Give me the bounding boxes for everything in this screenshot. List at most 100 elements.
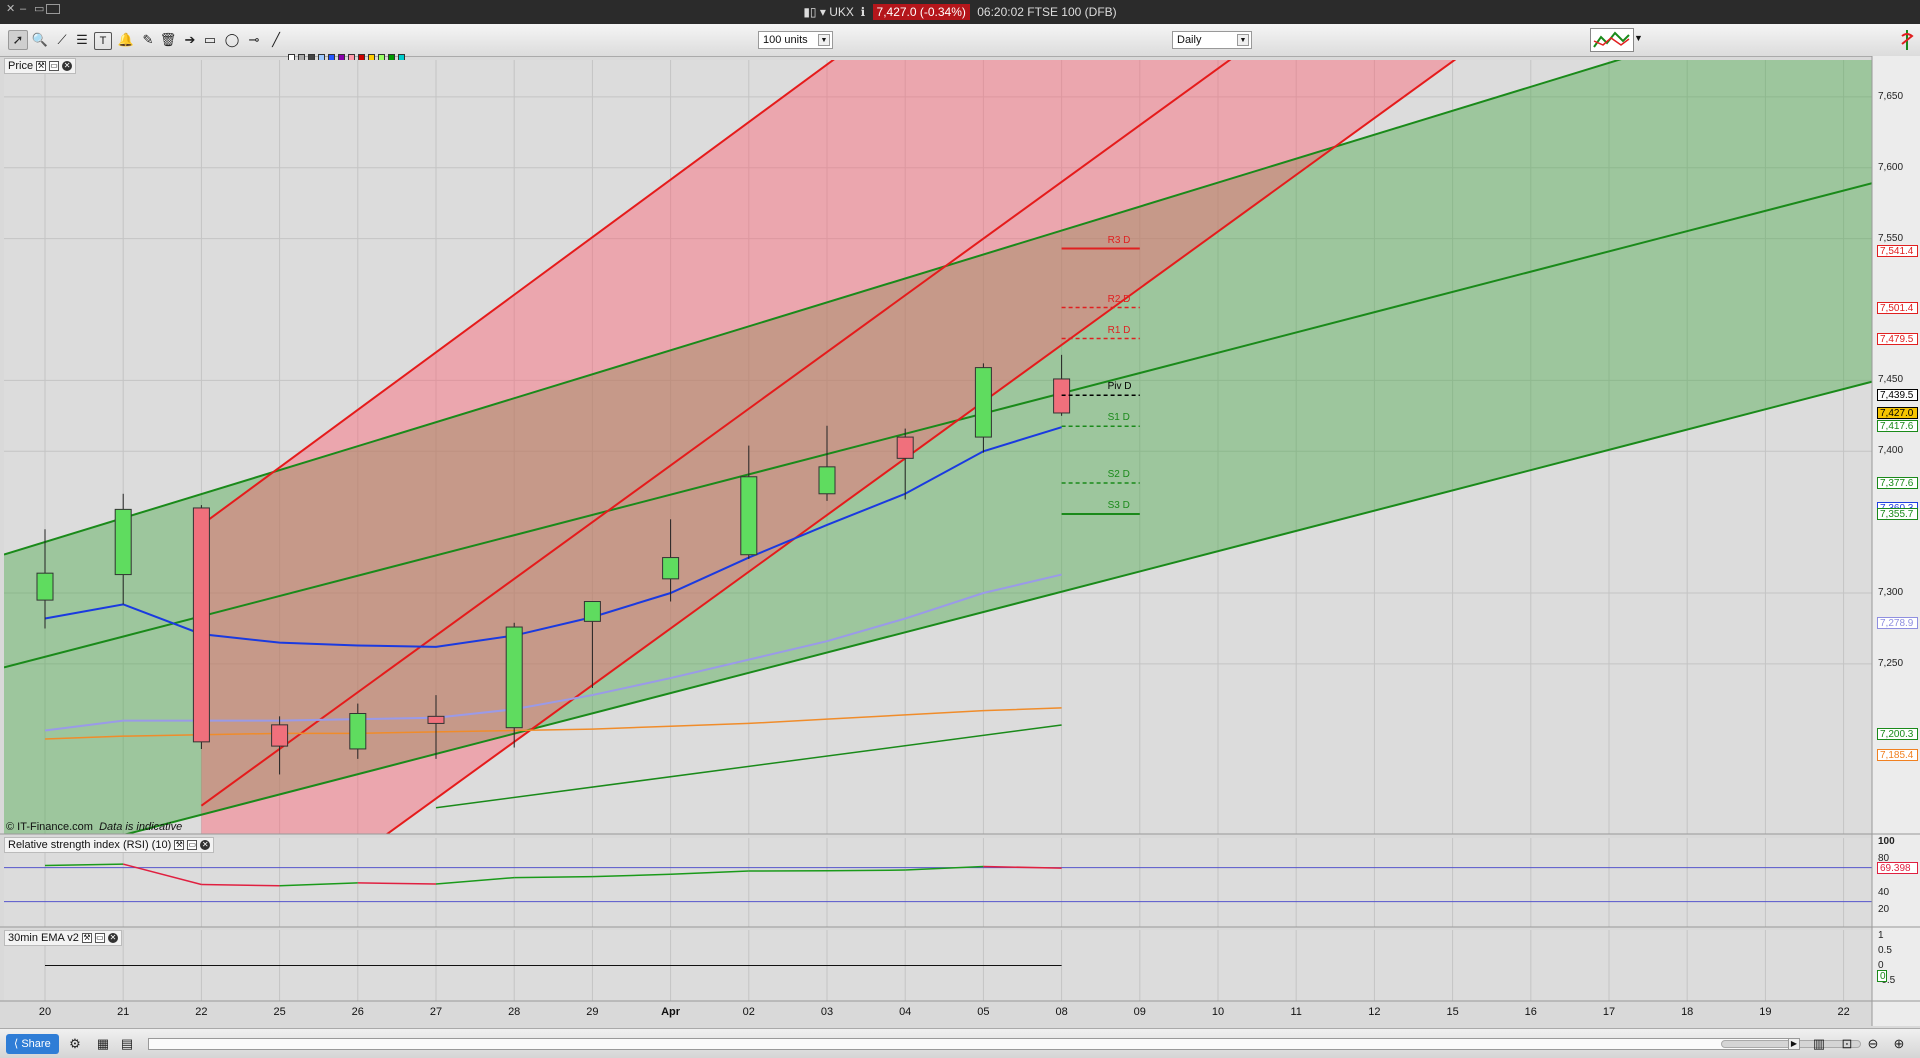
date-tick-label: 12 xyxy=(1368,1006,1380,1018)
table-icon[interactable]: ▤ xyxy=(118,1035,136,1053)
interval-select-value: Daily xyxy=(1177,34,1201,46)
ema-panel-header: 30min EMA v2 ⚒ ▭ ✕ xyxy=(4,930,122,946)
window-titlebar: ✕ – ▭ ▮▯ ▾ UKX ℹ 7,427.0 (-0.34%) 06:20:… xyxy=(0,0,1920,24)
date-tick-label: 15 xyxy=(1446,1006,1458,1018)
rsi-segment xyxy=(514,877,592,878)
price-value-label: 7,501.4 xyxy=(1877,302,1918,314)
price-tick-label: 7,250 xyxy=(1878,658,1903,669)
maximize-panel-icon[interactable]: ▭ xyxy=(49,61,59,71)
price-panel-header: Price ⚒ ▭ ✕ xyxy=(4,58,76,74)
chart-canvas[interactable] xyxy=(0,56,1920,1026)
close-panel-icon[interactable]: ✕ xyxy=(108,933,118,943)
price-tick-label: 7,450 xyxy=(1878,374,1903,385)
zoom-out-icon[interactable]: ⊖ xyxy=(1864,1035,1882,1053)
fibonacci-tool-icon[interactable]: ☰ xyxy=(72,30,92,50)
date-tick-label: 29 xyxy=(586,1006,598,1018)
rsi-tick-label: 40 xyxy=(1878,887,1889,898)
candle-up xyxy=(115,509,131,574)
date-tick-label: 18 xyxy=(1681,1006,1693,1018)
chart-type-icon xyxy=(1591,29,1633,51)
maximize-panel-icon[interactable]: ▭ xyxy=(187,840,197,850)
ema-tick-label: 1 xyxy=(1878,930,1884,941)
scroll-right-button[interactable]: ▶ xyxy=(1788,1038,1800,1050)
price-value-label: 7,427.0 xyxy=(1877,407,1918,419)
chart-type-button[interactable] xyxy=(1590,28,1634,52)
date-tick-label: 20 xyxy=(39,1006,51,1018)
candle-up xyxy=(350,714,366,749)
wrench-icon[interactable]: ⚒ xyxy=(36,61,46,71)
indicative-note: Data is indicative xyxy=(99,821,182,833)
layout-icon[interactable]: ▦ xyxy=(94,1035,112,1053)
settings-icon[interactable]: ⚙ xyxy=(66,1035,84,1053)
line-tool-icon[interactable]: ╱ xyxy=(266,30,286,50)
pivot-label: R1 D xyxy=(1108,325,1131,336)
chart-type-chevron-icon[interactable]: ▼ xyxy=(1634,33,1643,43)
zoom-fit-icon[interactable]: ⊡ xyxy=(1838,1035,1856,1053)
window-title: ▮▯ ▾ UKX ℹ 7,427.0 (-0.34%) 06:20:02 FTS… xyxy=(0,5,1920,19)
price-value-label: 7,200.3 xyxy=(1877,728,1918,740)
wrench-icon[interactable]: ⚒ xyxy=(82,933,92,943)
close-panel-icon[interactable]: ✕ xyxy=(62,61,72,71)
copyright-text: © IT-Finance.com xyxy=(6,821,93,833)
date-tick-label: 02 xyxy=(743,1006,755,1018)
price-value-label: 7,479.5 xyxy=(1877,333,1918,345)
date-tick-label: 21 xyxy=(117,1006,129,1018)
units-select[interactable]: 100 units ▼ xyxy=(758,31,833,49)
drawing-toolbar: ➚ 🔍 ⟋ ☰ T 🔔 ✎ 🗑 ➔ ▭ ◯ ⊸ ╱ 100 units ▼ Da… xyxy=(0,24,1920,57)
price-tick-label: 7,550 xyxy=(1878,233,1903,244)
rsi-segment xyxy=(827,870,905,871)
rsi-tick-label: 100 xyxy=(1878,836,1895,847)
price-value-label: 7,185.4 xyxy=(1877,749,1918,761)
price-tick-label: 7,400 xyxy=(1878,445,1903,456)
axis-bg xyxy=(1872,56,1920,1026)
date-tick-label: 22 xyxy=(1837,1006,1849,1018)
candle-up xyxy=(663,558,679,579)
date-tick-label: 28 xyxy=(508,1006,520,1018)
horizontal-line-tool-icon[interactable]: ⊸ xyxy=(244,30,264,50)
pivot-label: R3 D xyxy=(1108,235,1131,246)
trash-icon[interactable]: 🗑 xyxy=(158,30,178,50)
pointer-tool-icon[interactable]: ➚ xyxy=(8,30,28,50)
date-tick-label: 27 xyxy=(430,1006,442,1018)
chart-view-icon[interactable]: ▥ xyxy=(1810,1035,1828,1053)
bottom-bar: ⟨ Share ⚙ ▦ ▤ ◀ ▶ ▥ ⊡ ⊖ ⊕ xyxy=(0,1028,1920,1058)
market-icon: ▮▯ ▾ xyxy=(803,5,826,19)
candle-up xyxy=(584,602,600,622)
price-value-label: 7,417.6 xyxy=(1877,420,1918,432)
horizontal-scrollbar[interactable] xyxy=(148,1038,1796,1050)
interval-select[interactable]: Daily ▼ xyxy=(1172,31,1252,49)
date-tick-label: 11 xyxy=(1290,1006,1301,1018)
time-and-name: 06:20:02 FTSE 100 (DFB) xyxy=(977,5,1116,19)
date-tick-label: 16 xyxy=(1525,1006,1537,1018)
candle-up xyxy=(37,573,53,600)
date-tick-label: 17 xyxy=(1603,1006,1615,1018)
close-panel-icon[interactable]: ✕ xyxy=(200,840,210,850)
date-tick-label: 10 xyxy=(1212,1006,1224,1018)
zoom-in-icon[interactable]: ⊕ xyxy=(1890,1035,1908,1053)
candle-down xyxy=(897,437,913,458)
zoom-tool-icon[interactable]: 🔍 xyxy=(30,30,50,50)
alert-bell-icon[interactable]: 🔔 xyxy=(116,30,136,50)
chevron-down-icon: ▼ xyxy=(1237,34,1249,46)
wrench-icon[interactable]: ⚒ xyxy=(174,840,184,850)
date-tick-label: 05 xyxy=(977,1006,989,1018)
rsi-panel-title: Relative strength index (RSI) (10) xyxy=(8,839,171,851)
date-tick-label: 04 xyxy=(899,1006,911,1018)
info-icon[interactable]: ℹ xyxy=(861,5,866,19)
price-tick-label: 7,300 xyxy=(1878,587,1903,598)
ema-panel-title: 30min EMA v2 xyxy=(8,932,79,944)
ellipse-tool-icon[interactable]: ◯ xyxy=(222,30,242,50)
pen-tool-icon[interactable]: ✎ xyxy=(138,30,158,50)
rectangle-tool-icon[interactable]: ▭ xyxy=(200,30,220,50)
arrow-tool-icon[interactable]: ➔ xyxy=(180,30,200,50)
maximize-panel-icon[interactable]: ▭ xyxy=(95,933,105,943)
indicator-icon[interactable] xyxy=(1898,28,1916,52)
candle-down xyxy=(193,508,209,742)
text-tool-icon[interactable]: T xyxy=(94,32,112,50)
share-button[interactable]: ⟨ Share xyxy=(6,1034,59,1054)
trendline-tool-icon[interactable]: ⟋ xyxy=(52,30,72,50)
candle-up xyxy=(741,477,757,555)
date-tick-label: Apr xyxy=(661,1006,680,1018)
price-tick-label: 7,650 xyxy=(1878,91,1903,102)
price-badge: 7,427.0 (-0.34%) xyxy=(873,4,970,20)
